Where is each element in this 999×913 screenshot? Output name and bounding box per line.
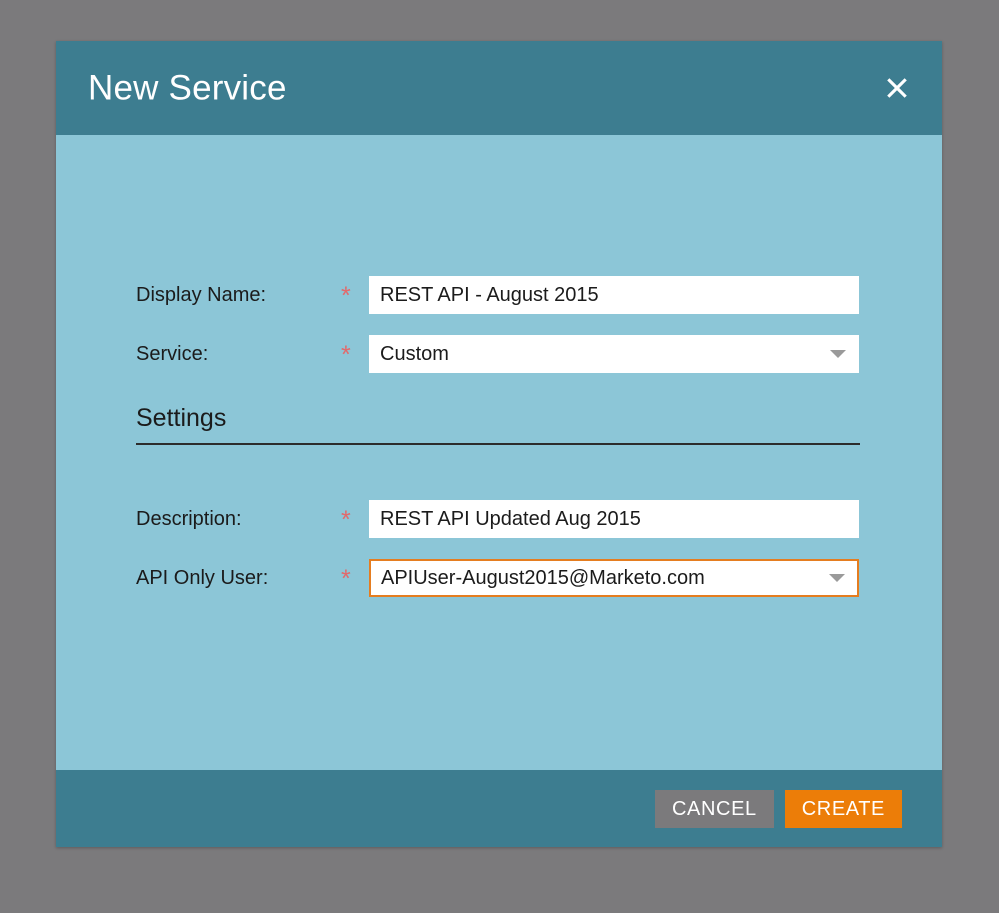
settings-heading: Settings (136, 404, 227, 432)
close-icon[interactable] (880, 71, 914, 105)
section-divider (136, 443, 860, 445)
description-label: Description: (136, 508, 242, 530)
form-row-display-name: Display Name: * REST API - August 2015 (136, 276, 859, 314)
form-row-service: Service: * Custom (136, 335, 859, 373)
form-row-description: Description: * REST API Updated Aug 2015 (136, 500, 859, 538)
cancel-button[interactable]: CANCEL (655, 789, 774, 828)
required-asterisk: * (341, 565, 351, 593)
required-asterisk: * (341, 506, 351, 534)
required-asterisk: * (341, 282, 351, 310)
service-label: Service: (136, 343, 209, 365)
chevron-down-icon (829, 574, 845, 582)
dialog-body: Display Name: * REST API - August 2015 S… (56, 135, 942, 770)
display-name-label: Display Name: (136, 284, 267, 306)
new-service-dialog: New Service Display Name: * REST API - A… (56, 41, 942, 847)
dialog-header: New Service (56, 41, 942, 135)
api-only-user-label: API Only User: (136, 567, 269, 589)
display-name-input[interactable]: REST API - August 2015 (369, 276, 859, 314)
create-button[interactable]: CREATE (784, 789, 902, 828)
required-asterisk: * (341, 341, 351, 369)
page-title: New Service (88, 68, 287, 108)
dialog-footer: CANCEL CREATE (56, 770, 942, 847)
api-only-user-select[interactable]: APIUser-August2015@Marketo.com (369, 559, 859, 597)
service-select[interactable]: Custom (369, 335, 859, 373)
form-row-api-only-user: API Only User: * APIUser-August2015@Mark… (136, 559, 859, 597)
settings-section: Settings (136, 406, 860, 445)
service-select-value: Custom (380, 342, 449, 365)
chevron-down-icon (830, 350, 846, 358)
description-input[interactable]: REST API Updated Aug 2015 (369, 500, 859, 538)
api-only-user-select-value: APIUser-August2015@Marketo.com (381, 566, 705, 589)
